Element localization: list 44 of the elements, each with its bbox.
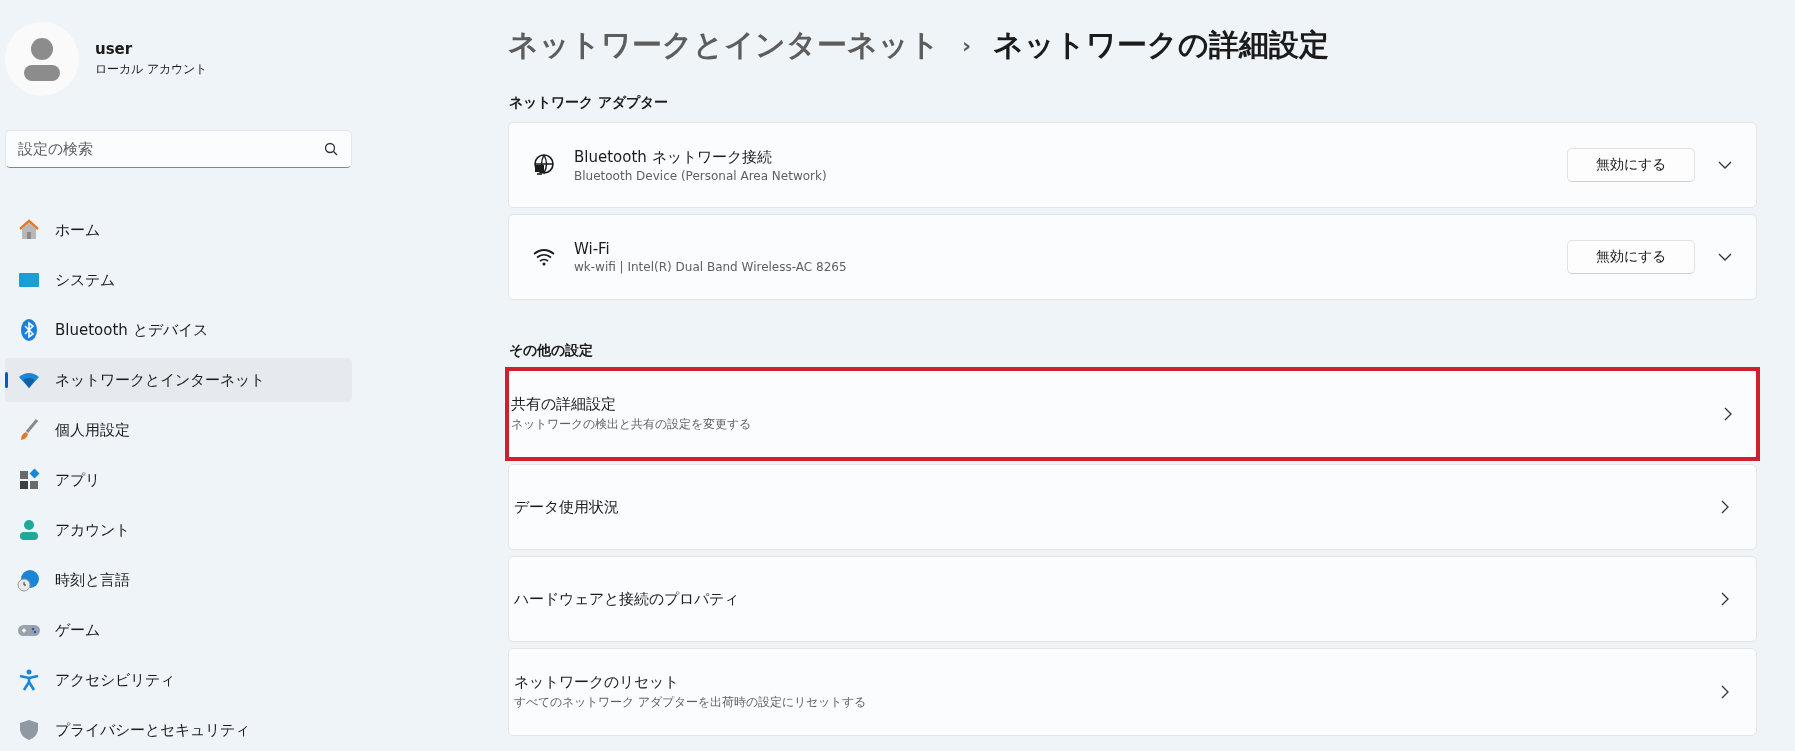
settings-card[interactable]: 共有の詳細設定 ネットワークの検出と共有の設定を変更する — [505, 367, 1760, 461]
setting-title: データ使用状況 — [514, 497, 620, 517]
adapter-name: Wi-Fi — [574, 240, 611, 258]
setting-description: ネットワークの検出と共有の設定を変更する — [511, 416, 752, 433]
search-icon — [324, 142, 338, 156]
shield-icon — [17, 718, 41, 742]
breadcrumb-link[interactable]: ネットワークとインターネット — [508, 24, 940, 66]
nav-item[interactable]: Bluetooth とデバイス — [5, 308, 352, 352]
nav-item[interactable]: ゲーム — [5, 608, 352, 652]
setting-title: ネットワークのリセット — [514, 673, 680, 692]
nav-item[interactable]: 個人用設定 — [5, 408, 352, 452]
user-name: user — [95, 40, 134, 58]
settings-card[interactable]: データ使用状況 — [508, 464, 1757, 550]
settings-card[interactable]: ネットワークのリセット すべてのネットワーク アダプターを出荷時の設定にリセットする — [508, 648, 1757, 736]
setting-description: すべてのネットワーク アダプターを出荷時の設定にリセットする — [514, 694, 867, 711]
page-title: ネットワークの詳細設定 — [993, 25, 1330, 64]
globe-clock-icon — [17, 568, 41, 592]
settings-card[interactable]: ハードウェアと接続のプロパティ — [508, 556, 1757, 642]
setting-title: ハードウェアと接続のプロパティ — [514, 589, 740, 609]
nav-item[interactable]: アカウント — [5, 508, 352, 552]
nav-item[interactable]: ネットワークとインターネット — [5, 358, 352, 402]
apps-icon — [17, 468, 41, 492]
section-heading: その他の設定 — [509, 342, 594, 360]
section-heading: ネットワーク アダプター — [509, 94, 669, 112]
setting-title: 共有の詳細設定 — [511, 395, 617, 414]
nav-item[interactable]: アクセシビリティ — [5, 658, 352, 702]
nav-item[interactable]: プライバシーとセキュリティ — [5, 708, 352, 751]
account-type: ローカル アカウント — [95, 61, 207, 78]
nav-item[interactable]: 時刻と言語 — [5, 558, 352, 602]
adapter-name: Bluetooth ネットワーク接続 — [574, 147, 773, 167]
globe-monitor-icon — [532, 153, 556, 177]
search-field[interactable]: 設定の検索 — [5, 130, 352, 168]
breadcrumb-separator: › — [962, 32, 972, 58]
adapter-description: wk-wifi | Intel(R) Dual Band Wireless-AC 8265 — [574, 260, 848, 274]
nav-item[interactable]: アプリ — [5, 458, 352, 502]
accessibility-icon — [17, 668, 41, 692]
nav-item[interactable]: システム — [5, 258, 352, 302]
house-icon — [17, 218, 41, 242]
disable-button[interactable]: 無効にする — [1567, 148, 1695, 182]
disable-button[interactable]: 無効にする — [1567, 240, 1695, 274]
nav-item[interactable]: ホーム — [5, 208, 352, 252]
person-icon — [17, 518, 41, 542]
adapter-description: Bluetooth Device (Personal Area Network) — [574, 168, 828, 183]
selection-indicator — [5, 372, 8, 388]
